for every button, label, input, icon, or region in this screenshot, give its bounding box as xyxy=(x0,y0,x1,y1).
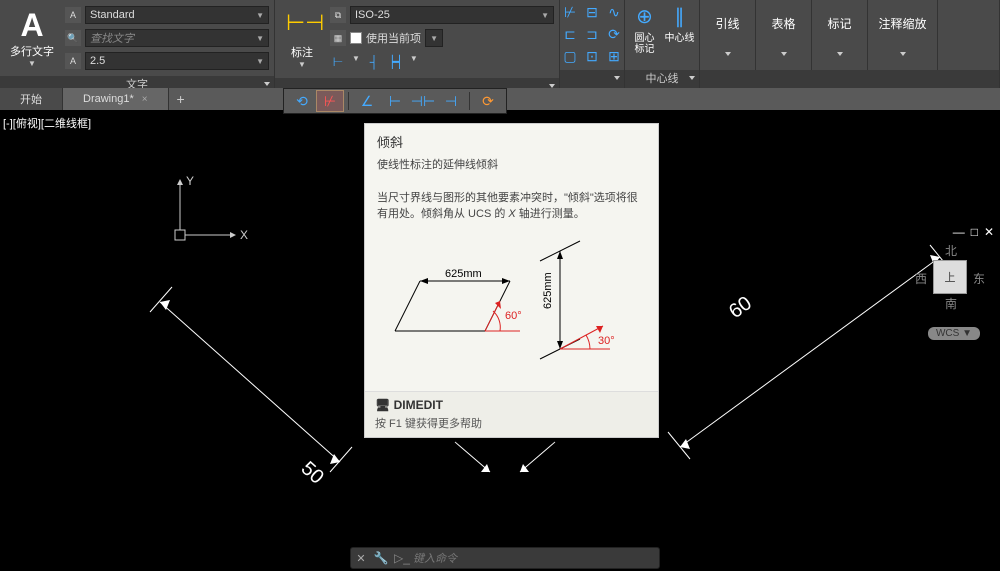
dimedit-rotate-icon[interactable]: ⟳ xyxy=(474,90,502,112)
multiline-text-button[interactable]: A 多行文字 ▼ xyxy=(2,2,62,74)
nav-east[interactable]: 东 xyxy=(973,270,985,287)
dimedit-right-icon[interactable]: ⊣ xyxy=(437,90,465,112)
view-cube[interactable]: 北 南 西 东 上 xyxy=(915,242,985,312)
multiline-text-label: 多行文字 xyxy=(10,43,54,59)
text-height-dropdown[interactable]: 2.5 xyxy=(85,52,269,70)
svg-text:625mm: 625mm xyxy=(542,272,554,309)
anno-scale-button[interactable]: 注释缩放 xyxy=(868,0,938,70)
centerline-icon: ∥ xyxy=(666,3,694,31)
command-line[interactable]: ✕ 🔧 ▷_ 键入命令 xyxy=(350,547,660,569)
panel-centerline-title[interactable]: 中心线 xyxy=(625,70,699,88)
dimension-icon: ⊢⊣ xyxy=(286,10,318,42)
text-style-icon: A xyxy=(65,7,81,23)
tab-new-button[interactable]: + xyxy=(171,89,191,109)
nav-north[interactable]: 北 xyxy=(945,242,957,259)
dimlayer-dropdown[interactable] xyxy=(425,29,443,47)
find-text-icon: 🔍 xyxy=(65,30,81,46)
dimension-label: 标注 xyxy=(291,44,313,60)
panel-buttons-title xyxy=(700,70,999,88)
align-icon[interactable]: ⊐ xyxy=(583,26,601,44)
dim-left-text: 50 xyxy=(297,457,328,488)
nav-top-face[interactable]: 上 xyxy=(933,260,967,294)
override-icon[interactable]: ⊞ xyxy=(605,48,623,66)
dimedit-home-icon[interactable]: ⟲ xyxy=(288,90,316,112)
cmdline-placeholder: 键入命令 xyxy=(413,550,457,566)
dim-sketch-left: 50 xyxy=(90,242,390,502)
table-button[interactable]: 表格 xyxy=(756,0,812,70)
tab-drawing1[interactable]: Drawing1*× xyxy=(63,88,169,110)
dimstyle-dropdown[interactable]: ISO-25 xyxy=(350,6,554,24)
dimedit-oblique-icon[interactable]: ⊬ xyxy=(316,90,344,112)
text-A-icon: A xyxy=(20,9,43,41)
tooltip-command: 🖥 DIMEDIT xyxy=(375,398,648,412)
text-height-icon: A xyxy=(65,53,81,69)
vp-close-icon[interactable]: ✕ xyxy=(984,225,994,239)
centerline-button[interactable]: ∥ 中心线 xyxy=(663,3,696,67)
svg-text:30°: 30° xyxy=(598,335,615,347)
continue-dim-icon[interactable]: ┝┥ xyxy=(388,54,404,70)
linear-dim-icon[interactable]: ⊢ xyxy=(330,54,346,70)
panel-small1-title[interactable] xyxy=(560,70,624,88)
dimedit-flyout: ⟲ ⊬ ∠ ⊢ ⊣⊢ ⊣ ⟳ xyxy=(283,88,507,114)
use-current-checkbox[interactable] xyxy=(350,32,362,44)
dimedit-center-icon[interactable]: ⊣⊢ xyxy=(409,90,437,112)
break-icon[interactable]: ⊬ xyxy=(561,4,579,22)
cmdline-prompt-icon: ▷_ xyxy=(391,551,413,565)
svg-text:X: X xyxy=(240,228,248,242)
tooltip-diagram: 625mm 60° 625mm 30° xyxy=(365,231,658,391)
center-mark-label: 圆心标记 xyxy=(635,33,655,55)
svg-text:Y: Y xyxy=(186,174,194,188)
wcs-badge[interactable]: WCS ▼ xyxy=(928,327,980,340)
panel-centerline: ⊕ 圆心标记 ∥ 中心线 中心线 xyxy=(625,0,700,88)
reassoc-icon[interactable]: ⊡ xyxy=(583,48,601,66)
adjust-icon[interactable]: ∿ xyxy=(605,4,623,22)
tab-start[interactable]: 开始 xyxy=(0,88,63,110)
nav-west[interactable]: 西 xyxy=(915,270,927,287)
tooltip-f1-hint: 按 F1 键获得更多帮助 xyxy=(375,415,648,431)
panel-text: A 多行文字 ▼ A Standard 🔍 查找文字 A 2.5 文字 xyxy=(0,0,275,88)
nav-south[interactable]: 南 xyxy=(945,295,957,312)
v-arrows xyxy=(445,432,565,492)
leader-button[interactable]: 引线 xyxy=(700,0,756,70)
viewport-window-controls: — □ ✕ xyxy=(953,225,994,239)
tab-close-icon[interactable]: × xyxy=(142,94,148,105)
jog-icon[interactable]: ⊏ xyxy=(561,26,579,44)
viewport-label[interactable]: [-][俯视][二维线框] xyxy=(3,115,91,131)
space-icon[interactable]: ⊟ xyxy=(583,4,601,22)
cmdline-close-icon[interactable]: ✕ xyxy=(351,552,371,565)
text-style-dropdown[interactable]: Standard xyxy=(85,6,269,24)
dimstyle-icon: ⧉ xyxy=(330,7,346,23)
center-mark-icon: ⊕ xyxy=(631,3,659,31)
centerline-label: 中心线 xyxy=(665,33,695,44)
dimlayer-icon: ▦ xyxy=(330,30,346,46)
tooltip-title: 倾斜 xyxy=(377,132,646,151)
center-mark-button[interactable]: ⊕ 圆心标记 xyxy=(628,3,661,67)
markup-button[interactable]: 标记 xyxy=(812,0,868,70)
dim-right-text: 60 xyxy=(725,292,756,323)
use-current-label: 使用当前项 xyxy=(366,30,421,46)
cmdline-config-icon[interactable]: 🔧 xyxy=(371,551,391,565)
dimension-button[interactable]: ⊢⊣ 标注 ▼ xyxy=(277,2,327,76)
panel-dimension: ⊢⊣ 标注 ▼ ⧉ ISO-25 ▦ 使用当前项 ⊢ ▼ ┤ xyxy=(275,0,560,88)
quick-dim-icon[interactable]: ┤ xyxy=(366,54,382,70)
ribbon: A 多行文字 ▼ A Standard 🔍 查找文字 A 2.5 文字 xyxy=(0,0,1000,88)
vp-minimize-icon[interactable]: — xyxy=(953,225,965,239)
find-text-input[interactable]: 查找文字 xyxy=(85,29,269,47)
tooltip-body: 当尺寸界线与图形的其他要素冲突时，"倾斜"选项将很有用处。倾斜角从 UCS 的 … xyxy=(377,190,646,223)
panel-small-1: ⊬⊟∿ ⊏⊐⟳ ▢⊡⊞ xyxy=(560,0,625,88)
dimedit-angle-icon[interactable]: ∠ xyxy=(353,90,381,112)
tooltip-oblique: 倾斜 使线性标注的延伸线倾斜 当尺寸界线与图形的其他要素冲突时，"倾斜"选项将很… xyxy=(364,123,659,438)
svg-text:625mm: 625mm xyxy=(445,268,482,280)
dimedit-left-icon[interactable]: ⊢ xyxy=(381,90,409,112)
svg-text:60°: 60° xyxy=(505,310,522,322)
panel-buttons: 引线 表格 标记 注释缩放 xyxy=(700,0,1000,88)
panel-dim-title[interactable] xyxy=(275,78,559,88)
vp-maximize-icon[interactable]: □ xyxy=(971,225,978,239)
update-icon[interactable]: ⟳ xyxy=(605,26,623,44)
tooltip-subtitle: 使线性标注的延伸线倾斜 xyxy=(377,157,646,174)
inspect-icon[interactable]: ▢ xyxy=(561,48,579,66)
